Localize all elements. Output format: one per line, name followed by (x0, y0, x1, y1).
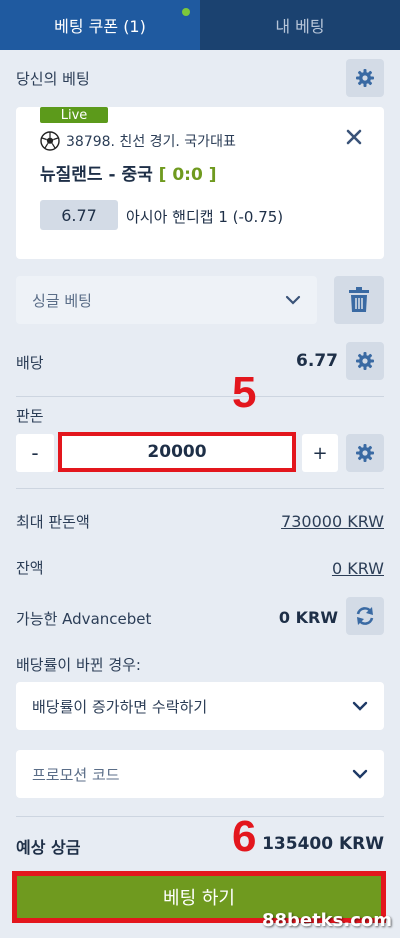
bet-market: 아시아 핸디캡 1 (-0.75) (126, 208, 284, 226)
potential-win-value: 135400 KRW (262, 834, 384, 854)
match-score: [ 0:0 ] (158, 165, 217, 185)
tab-bet-coupon-label: 베팅 쿠폰 (1) (54, 17, 146, 36)
step-6-annotation: 6 (232, 812, 257, 861)
bet-type-value: 싱글 베팅 (32, 291, 92, 310)
max-stake-label: 최대 판돈액 (16, 513, 90, 531)
stake-minus-button[interactable]: - (16, 434, 54, 472)
watermark: 88betks.com (261, 910, 392, 931)
odds-change-select[interactable]: 배당률이 증가하면 수락하기 (16, 682, 384, 730)
live-badge: Live (40, 107, 108, 123)
promo-code-placeholder: 프로모션 코드 (32, 765, 120, 784)
max-stake-link[interactable]: 730000 KRW (281, 512, 384, 531)
gear-icon (356, 444, 374, 462)
refresh-advancebet-button[interactable] (346, 597, 384, 635)
potential-win-label: 예상 상금 (16, 838, 81, 857)
odds-value: 6.77 (296, 351, 338, 371)
trash-icon (349, 287, 369, 312)
match-teams: 뉴질랜드 - 중국 [ 0:0 ] (40, 160, 217, 185)
place-bet-label: 베팅 하기 (163, 888, 235, 909)
your-bet-label: 당신의 베팅 (16, 70, 90, 88)
odds-change-label: 배당률이 바뀐 경우: (16, 656, 141, 674)
tab-bar: 베팅 쿠폰 (1) 내 베팅 (0, 0, 400, 50)
notification-dot (182, 8, 190, 16)
tab-my-bets-label: 내 베팅 (275, 17, 325, 36)
refresh-icon (356, 607, 374, 625)
team-names: 뉴질랜드 - 중국 (40, 165, 153, 185)
gear-icon (356, 352, 374, 370)
odds-change-value: 배당률이 증가하면 수락하기 (32, 697, 208, 716)
stake-label: 판돈 (16, 407, 44, 425)
clear-coupon-button[interactable] (334, 276, 384, 324)
divider (16, 488, 384, 489)
soccer-ball-icon (40, 131, 60, 151)
chevron-down-icon (352, 701, 368, 711)
promo-code-field[interactable]: 프로모션 코드 (16, 750, 384, 798)
gear-icon (356, 69, 374, 87)
tab-bet-coupon[interactable]: 베팅 쿠폰 (1) (0, 0, 200, 50)
chevron-down-icon (352, 769, 368, 779)
bet-type-select[interactable]: 싱글 베팅 (16, 276, 317, 324)
remove-bet-button[interactable] (346, 129, 362, 149)
stake-settings-button[interactable] (346, 434, 384, 472)
chevron-down-icon (285, 295, 301, 305)
bet-card: Live 38798. 친선 경기. 국가대표 뉴질랜드 - 중국 [ 0:0 … (16, 107, 384, 259)
advancebet-value: 0 KRW (278, 608, 338, 627)
match-info: 38798. 친선 경기. 국가대표 (66, 134, 236, 150)
close-icon (346, 129, 362, 145)
stake-plus-button[interactable]: + (302, 434, 338, 472)
balance-link[interactable]: 0 KRW (332, 559, 384, 578)
advancebet-label: 가능한 Advancebet (16, 610, 152, 628)
coupon-settings-button[interactable] (346, 59, 384, 97)
bet-odds: 6.77 (40, 200, 118, 230)
odds-settings-button[interactable] (346, 342, 384, 380)
stake-input[interactable]: 20000 (58, 432, 296, 472)
divider (16, 396, 384, 397)
balance-label: 잔액 (16, 559, 44, 577)
divider (16, 816, 384, 817)
odds-label: 배당 (16, 354, 44, 372)
tab-my-bets[interactable]: 내 베팅 (200, 0, 400, 50)
step-5-annotation: 5 (232, 368, 257, 417)
